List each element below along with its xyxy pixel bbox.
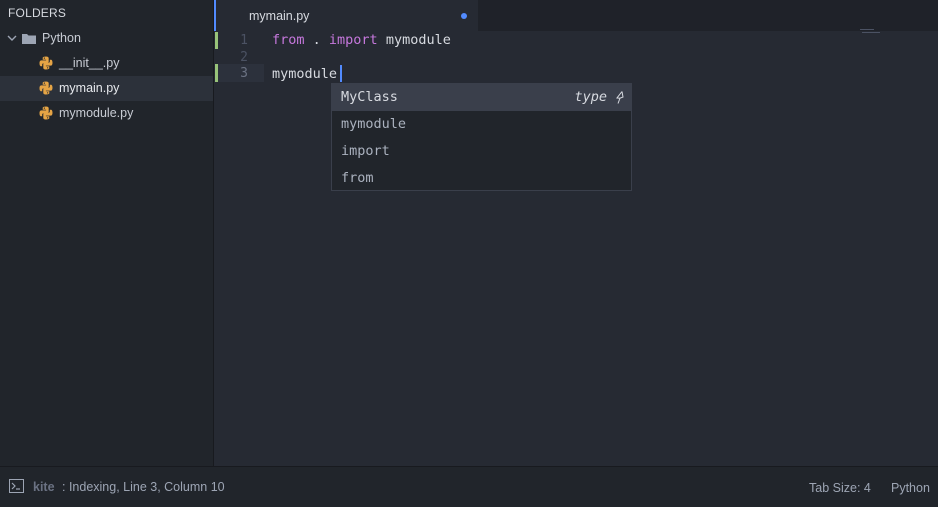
- kite-brand[interactable]: kite: [33, 480, 55, 494]
- scroll-marker-icon: [860, 29, 880, 33]
- terminal-icon[interactable]: [9, 479, 24, 493]
- line-number: 2: [240, 50, 248, 65]
- code-line-1[interactable]: from . import mymodule: [272, 32, 451, 48]
- line-number: 3: [240, 66, 248, 81]
- autocomplete-item[interactable]: import: [332, 138, 631, 165]
- python-file-icon: [39, 106, 53, 120]
- python-file-icon: [39, 81, 53, 95]
- file-item-mymodule[interactable]: mymodule.py: [0, 101, 213, 126]
- editor-pane[interactable]: mymain.py 1 2 3 from . import mymodule m…: [214, 0, 938, 466]
- suggestion-label: import: [341, 143, 390, 159]
- folder-python[interactable]: Python: [0, 26, 213, 51]
- code-dot: .: [304, 32, 329, 48]
- suggestion-type: type: [574, 89, 607, 105]
- keyword-import: import: [328, 32, 378, 48]
- chevron-down-icon[interactable]: [7, 33, 17, 43]
- file-label: mymodule.py: [59, 106, 134, 120]
- folder-icon: [22, 34, 36, 44]
- tab-size-indicator[interactable]: Tab Size: 4: [809, 481, 871, 495]
- tree-view: FOLDERS Python __init__.py mymain.py mym…: [0, 0, 214, 466]
- suggestion-label: from: [341, 170, 374, 186]
- tab-title: mymain.py: [249, 9, 310, 23]
- keyword-from: from: [272, 32, 305, 48]
- file-label: __init__.py: [59, 56, 120, 70]
- folder-label: Python: [42, 31, 81, 45]
- suggestion-label: MyClass: [341, 89, 398, 105]
- python-file-icon: [39, 56, 53, 70]
- kite-status[interactable]: : Indexing, Line 3, Column 10: [62, 480, 225, 494]
- tab-mymain[interactable]: mymain.py: [214, 0, 478, 31]
- autocomplete-item[interactable]: mymodule: [332, 111, 631, 138]
- kite-logo-icon: [616, 91, 624, 104]
- folders-header: FOLDERS: [8, 6, 67, 20]
- file-label: mymain.py: [59, 81, 120, 95]
- autocomplete-item[interactable]: from: [332, 165, 631, 192]
- file-item-init[interactable]: __init__.py: [0, 51, 213, 76]
- status-bar: kite : Indexing, Line 3, Column 10 Tab S…: [0, 466, 938, 507]
- grammar-selector[interactable]: Python: [891, 481, 930, 495]
- file-item-mymain[interactable]: mymain.py: [0, 76, 213, 101]
- code-line-3[interactable]: mymodule.: [272, 66, 345, 82]
- autocomplete-popup[interactable]: MyClass type mymodule import from: [331, 83, 632, 191]
- module-name: mymodule: [377, 32, 451, 48]
- tab-bar: mymain.py: [214, 0, 938, 31]
- code-text: mymodule.: [272, 66, 346, 82]
- line-number: 1: [240, 33, 248, 48]
- suggestion-label: mymodule: [341, 116, 407, 132]
- modified-indicator-icon[interactable]: [461, 13, 467, 19]
- text-cursor: [340, 65, 342, 82]
- autocomplete-item[interactable]: MyClass type: [332, 84, 631, 111]
